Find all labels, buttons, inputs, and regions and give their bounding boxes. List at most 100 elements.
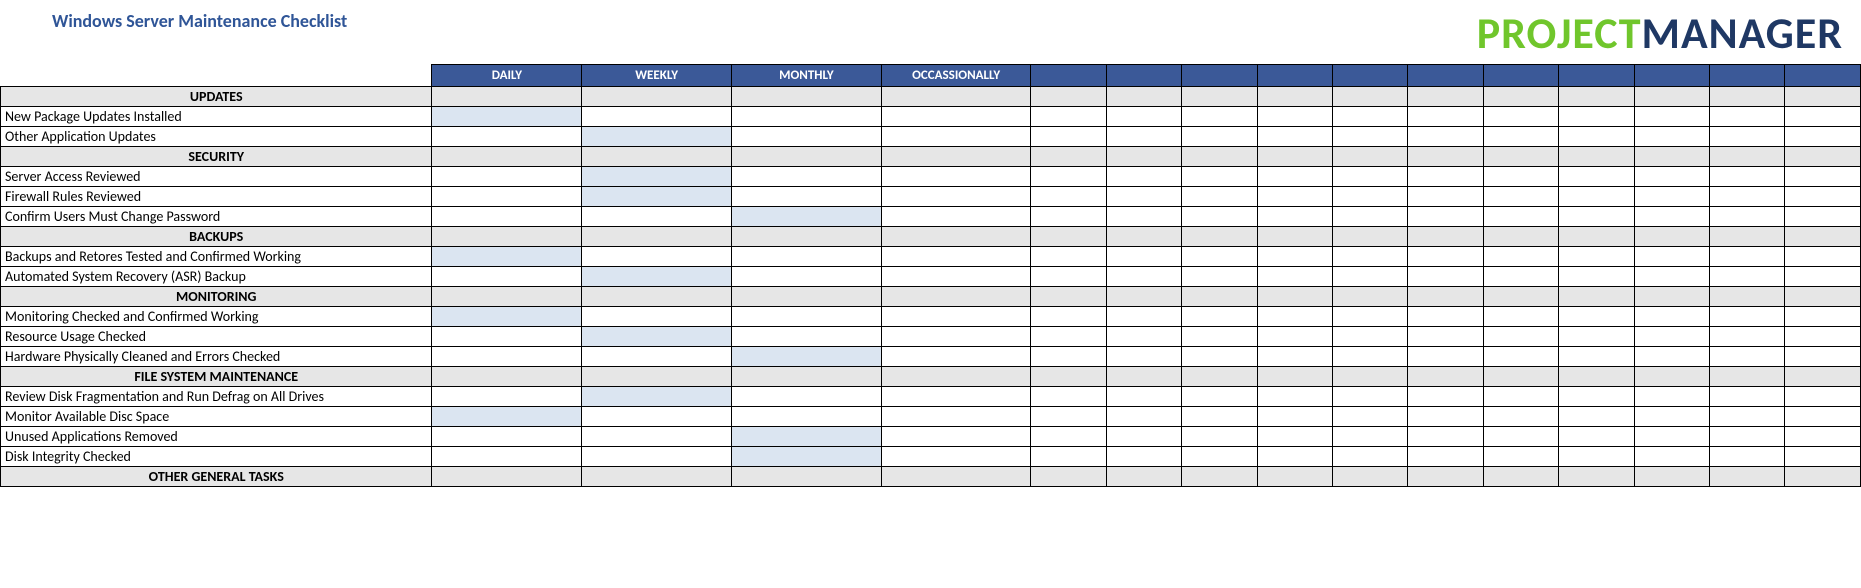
checklist-cell[interactable] <box>1559 447 1634 467</box>
checklist-cell[interactable] <box>1634 267 1709 287</box>
checklist-cell[interactable] <box>1483 387 1558 407</box>
checklist-cell[interactable] <box>1559 247 1634 267</box>
checklist-cell[interactable] <box>1182 167 1257 187</box>
checklist-cell[interactable] <box>582 187 732 207</box>
checklist-cell[interactable] <box>1257 327 1332 347</box>
checklist-cell[interactable] <box>1483 187 1558 207</box>
checklist-cell[interactable] <box>1257 127 1332 147</box>
checklist-cell[interactable] <box>1785 247 1861 267</box>
checklist-cell[interactable] <box>1785 387 1861 407</box>
checklist-cell[interactable] <box>881 187 1031 207</box>
checklist-cell[interactable] <box>1031 167 1106 187</box>
checklist-cell[interactable] <box>1559 107 1634 127</box>
checklist-cell[interactable] <box>1785 407 1861 427</box>
checklist-cell[interactable] <box>1408 267 1483 287</box>
checklist-cell[interactable] <box>432 107 582 127</box>
checklist-cell[interactable] <box>1710 347 1785 367</box>
checklist-cell[interactable] <box>1031 407 1106 427</box>
checklist-cell[interactable] <box>1182 127 1257 147</box>
checklist-cell[interactable] <box>731 187 881 207</box>
checklist-cell[interactable] <box>1559 127 1634 147</box>
checklist-cell[interactable] <box>1182 447 1257 467</box>
checklist-cell[interactable] <box>582 347 732 367</box>
checklist-cell[interactable] <box>1559 407 1634 427</box>
checklist-cell[interactable] <box>1182 307 1257 327</box>
checklist-cell[interactable] <box>731 107 881 127</box>
checklist-cell[interactable] <box>582 447 732 467</box>
checklist-cell[interactable] <box>1785 267 1861 287</box>
checklist-cell[interactable] <box>1182 207 1257 227</box>
checklist-cell[interactable] <box>432 187 582 207</box>
checklist-cell[interactable] <box>731 267 881 287</box>
checklist-cell[interactable] <box>881 427 1031 447</box>
checklist-cell[interactable] <box>1257 187 1332 207</box>
checklist-cell[interactable] <box>731 447 881 467</box>
checklist-cell[interactable] <box>1634 127 1709 147</box>
checklist-cell[interactable] <box>582 267 732 287</box>
checklist-cell[interactable] <box>1634 407 1709 427</box>
checklist-cell[interactable] <box>1559 187 1634 207</box>
checklist-cell[interactable] <box>1634 247 1709 267</box>
checklist-cell[interactable] <box>1408 107 1483 127</box>
checklist-cell[interactable] <box>1182 327 1257 347</box>
checklist-cell[interactable] <box>1408 347 1483 367</box>
checklist-cell[interactable] <box>1710 327 1785 347</box>
checklist-cell[interactable] <box>1106 447 1181 467</box>
checklist-cell[interactable] <box>432 247 582 267</box>
checklist-cell[interactable] <box>1483 167 1558 187</box>
checklist-cell[interactable] <box>1333 127 1408 147</box>
checklist-cell[interactable] <box>1710 267 1785 287</box>
checklist-cell[interactable] <box>1257 207 1332 227</box>
checklist-cell[interactable] <box>1257 407 1332 427</box>
checklist-cell[interactable] <box>1031 447 1106 467</box>
checklist-cell[interactable] <box>1710 187 1785 207</box>
checklist-cell[interactable] <box>1408 207 1483 227</box>
checklist-cell[interactable] <box>1031 387 1106 407</box>
checklist-cell[interactable] <box>432 207 582 227</box>
checklist-cell[interactable] <box>1257 107 1332 127</box>
checklist-cell[interactable] <box>1333 167 1408 187</box>
checklist-cell[interactable] <box>1483 327 1558 347</box>
checklist-cell[interactable] <box>731 327 881 347</box>
checklist-cell[interactable] <box>1710 407 1785 427</box>
checklist-cell[interactable] <box>1333 247 1408 267</box>
checklist-cell[interactable] <box>1182 187 1257 207</box>
checklist-cell[interactable] <box>1408 327 1483 347</box>
checklist-cell[interactable] <box>1031 107 1106 127</box>
checklist-cell[interactable] <box>1710 427 1785 447</box>
checklist-cell[interactable] <box>1408 167 1483 187</box>
checklist-cell[interactable] <box>881 107 1031 127</box>
checklist-cell[interactable] <box>881 167 1031 187</box>
checklist-cell[interactable] <box>1182 267 1257 287</box>
checklist-cell[interactable] <box>1483 247 1558 267</box>
checklist-cell[interactable] <box>1634 327 1709 347</box>
checklist-cell[interactable] <box>1257 447 1332 467</box>
checklist-cell[interactable] <box>582 107 732 127</box>
checklist-cell[interactable] <box>731 307 881 327</box>
checklist-cell[interactable] <box>582 127 732 147</box>
checklist-cell[interactable] <box>881 267 1031 287</box>
checklist-cell[interactable] <box>1785 187 1861 207</box>
checklist-cell[interactable] <box>1483 427 1558 447</box>
checklist-cell[interactable] <box>1634 387 1709 407</box>
checklist-cell[interactable] <box>1031 127 1106 147</box>
checklist-cell[interactable] <box>1257 427 1332 447</box>
checklist-cell[interactable] <box>1785 447 1861 467</box>
checklist-cell[interactable] <box>1333 207 1408 227</box>
checklist-cell[interactable] <box>1408 407 1483 427</box>
checklist-cell[interactable] <box>1106 187 1181 207</box>
checklist-cell[interactable] <box>881 407 1031 427</box>
checklist-cell[interactable] <box>1333 307 1408 327</box>
checklist-cell[interactable] <box>1408 307 1483 327</box>
checklist-cell[interactable] <box>1257 347 1332 367</box>
checklist-cell[interactable] <box>731 427 881 447</box>
checklist-cell[interactable] <box>1785 107 1861 127</box>
checklist-cell[interactable] <box>582 327 732 347</box>
checklist-cell[interactable] <box>731 387 881 407</box>
checklist-cell[interactable] <box>1710 207 1785 227</box>
checklist-cell[interactable] <box>1257 167 1332 187</box>
checklist-cell[interactable] <box>1257 307 1332 327</box>
checklist-cell[interactable] <box>1257 247 1332 267</box>
checklist-cell[interactable] <box>1634 187 1709 207</box>
checklist-cell[interactable] <box>1710 107 1785 127</box>
